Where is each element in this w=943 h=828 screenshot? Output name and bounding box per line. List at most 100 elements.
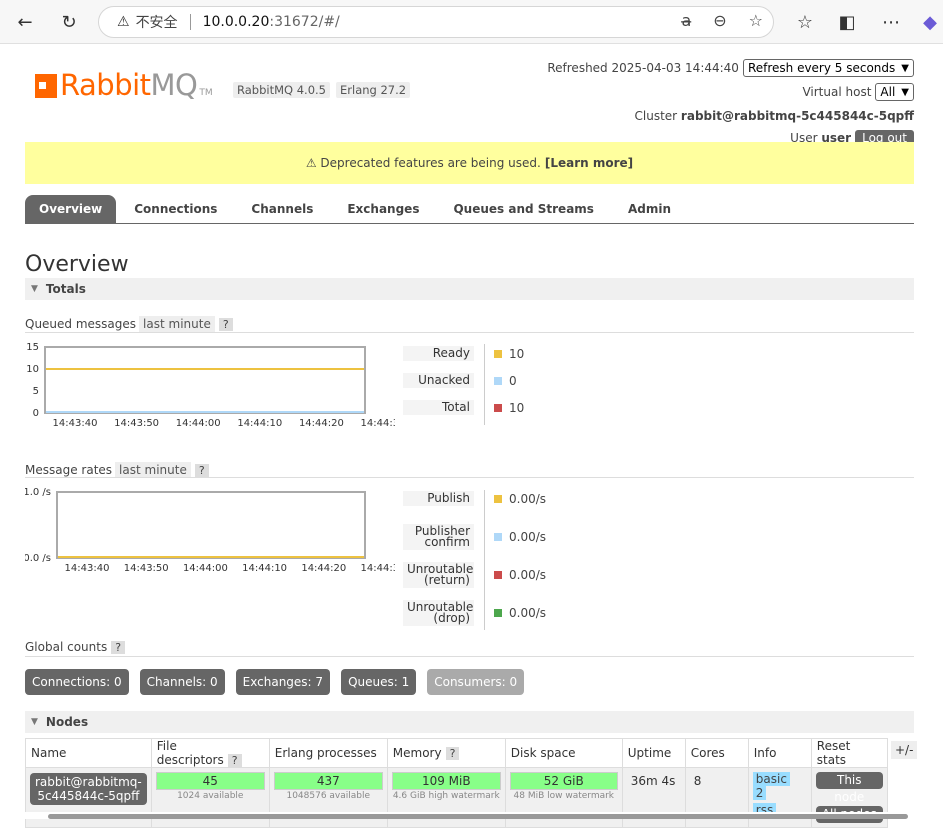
banner-text: ⚠ Deprecated features are being used. [305, 156, 541, 170]
page-title: Overview [25, 252, 129, 277]
more-icon[interactable]: ⋯ [876, 8, 906, 36]
url-text: 10.0.0.20:31672/#/ [202, 14, 340, 30]
logo-rabbit: Rabbit [60, 68, 151, 102]
message-rates-chart: 1.0 /s 0.0 /s 14:43:40 14:43:50 14:44:00 14:4… [25, 487, 395, 577]
x-tick-label: 14:43:50 [114, 418, 159, 429]
column-header-uptime: Uptime [621, 738, 686, 768]
memory-watermark: 4.6 GiB high watermark [392, 791, 500, 801]
refreshed-text: Refreshed 2025-04-03 14:44:40 [547, 61, 739, 75]
reset-this-node-button[interactable]: This node [815, 772, 883, 804]
tab-connections[interactable]: Connections [118, 195, 233, 223]
help-button[interactable]: ? [227, 754, 242, 767]
virtual-host-label: Virtual host [802, 85, 872, 99]
chevron-down-icon: ▼ [901, 62, 909, 74]
address-bar[interactable]: ⚠ 不安全 10.0.0.20:31672/#/ a̶ ⊖ ☆ [98, 6, 774, 38]
tab-queues-and-streams[interactable]: Queues and Streams [437, 195, 609, 223]
help-button[interactable]: ? [194, 463, 209, 477]
legend-swatch [494, 349, 502, 358]
help-button[interactable]: ? [445, 747, 460, 760]
x-tick-label: 14:43:40 [53, 418, 98, 429]
y-tick-label: 1.0 /s [25, 487, 51, 498]
totals-heading: Totals [45, 282, 86, 296]
x-tick-label: 14:44:10 [237, 418, 282, 429]
legend-value: 0.00/s [509, 606, 547, 620]
legend-swatch [494, 494, 502, 503]
y-tick-label: 10 [26, 364, 39, 375]
column-header-cores: Cores [684, 738, 749, 768]
message-rates-label: Message rates [25, 463, 113, 477]
favorites-icon[interactable]: ☆ [790, 8, 820, 36]
legend-item: Publish 0.00/s [403, 491, 546, 506]
legend-swatch [494, 403, 502, 412]
collapse-triangle-icon: ▼ [31, 717, 38, 727]
copilot-icon[interactable]: ◆ [915, 8, 943, 36]
column-header-erlang-processes: Erlang processes [268, 738, 388, 768]
legend-label: Ready [403, 346, 474, 361]
y-tick-label: 15 [26, 342, 39, 353]
queued-range-selector[interactable]: last minute [139, 316, 215, 332]
global-counts-buttons: Connections: 0 Channels: 0 Exchanges: 7 … [25, 669, 525, 695]
legend-item: Unacked 0 [403, 373, 517, 388]
consumers-count-button[interactable]: Consumers: 0 [427, 669, 525, 695]
collapse-triangle-icon: ▼ [31, 284, 38, 294]
legend-item: Ready 10 [403, 346, 524, 361]
plot-area [44, 346, 366, 414]
x-tick-label: 14:44:30 [361, 418, 395, 429]
connections-count-button[interactable]: Connections: 0 [25, 669, 129, 695]
x-tick-label: 14:44:20 [301, 563, 346, 574]
table-header-row: Name File descriptors? Erlang processes … [25, 738, 888, 768]
extension-icon[interactable]: ◧ [832, 8, 862, 36]
help-button[interactable]: ? [111, 640, 126, 654]
rates-range-selector[interactable]: last minute [115, 462, 191, 478]
queues-count-button[interactable]: Queues: 1 [341, 669, 417, 695]
info-tag-basic[interactable]: basic [752, 772, 790, 786]
legend-item: Total 10 [403, 400, 524, 415]
file-descriptors-available: 1024 available [177, 791, 244, 801]
reload-icon[interactable]: ↻ [54, 8, 84, 36]
learn-more-link[interactable]: [Learn more] [545, 156, 633, 170]
legend-value: 10 [509, 400, 525, 415]
info-tag-count[interactable]: 2 [752, 786, 767, 800]
memory-bar: 109 MiB [391, 772, 501, 790]
columns-toggle-button[interactable]: +/- [891, 741, 918, 759]
refresh-select[interactable]: Refresh every 5 seconds ▼ [742, 59, 914, 77]
x-tick-label: 14:44:10 [242, 563, 287, 574]
exchanges-count-button[interactable]: Exchanges: 7 [235, 669, 331, 695]
node-name-link[interactable]: rabbit@rabbitmq-5c445844c-5qpff [30, 773, 147, 805]
nodes-heading: Nodes [45, 715, 89, 729]
vertical-scrollbar[interactable] [928, 44, 943, 819]
x-tick-label: 14:44:00 [176, 418, 221, 429]
logo-mq: MQ [150, 68, 198, 102]
tab-channels[interactable]: Channels [235, 195, 329, 223]
help-button[interactable]: ? [218, 317, 233, 331]
favorite-star-icon[interactable]: ☆ [749, 11, 763, 30]
channels-count-button[interactable]: Channels: 0 [139, 669, 225, 695]
back-icon[interactable]: ← [10, 8, 40, 36]
legend-label: Unroutable (drop) [403, 600, 474, 626]
legend-swatch [494, 376, 502, 385]
column-header-name: Name [25, 738, 152, 768]
header-controls: Refreshed 2025-04-03 14:44:40 Refresh ev… [547, 56, 914, 148]
zoom-icon[interactable]: ⊖ [713, 11, 726, 30]
nodes-section-header[interactable]: ▼ Nodes [25, 711, 914, 733]
totals-section-header[interactable]: ▼ Totals [25, 278, 914, 300]
queued-messages-label: Queued messages [25, 317, 137, 331]
global-counts-header: Global counts ? [25, 640, 126, 654]
y-tick-label: 0.0 /s [25, 553, 51, 564]
legend-label: Publish [403, 491, 474, 506]
x-tick-label: 14:43:40 [65, 563, 110, 574]
tab-overview[interactable]: Overview [25, 195, 117, 223]
virtual-host-select[interactable]: All ▼ [875, 83, 914, 101]
horizontal-scrollbar[interactable] [0, 812, 943, 819]
tab-admin[interactable]: Admin [612, 195, 687, 223]
legend-label: Unroutable (return) [403, 562, 474, 588]
tab-exchanges[interactable]: Exchanges [331, 195, 435, 223]
read-aloud-icon[interactable]: a̶ [681, 11, 691, 30]
queued-messages-chart: 15 10 5 0 14:43:40 14:43:50 14:44:00 14:44:10 14… [25, 342, 395, 432]
plot-area [56, 491, 366, 559]
main-tabs: Overview Connections Channels Exchanges … [25, 195, 914, 224]
legend-value: 10 [509, 346, 525, 361]
scrollbar-thumb[interactable] [48, 814, 908, 819]
divider [25, 332, 914, 333]
x-tick-label: 14:44:20 [299, 418, 344, 429]
